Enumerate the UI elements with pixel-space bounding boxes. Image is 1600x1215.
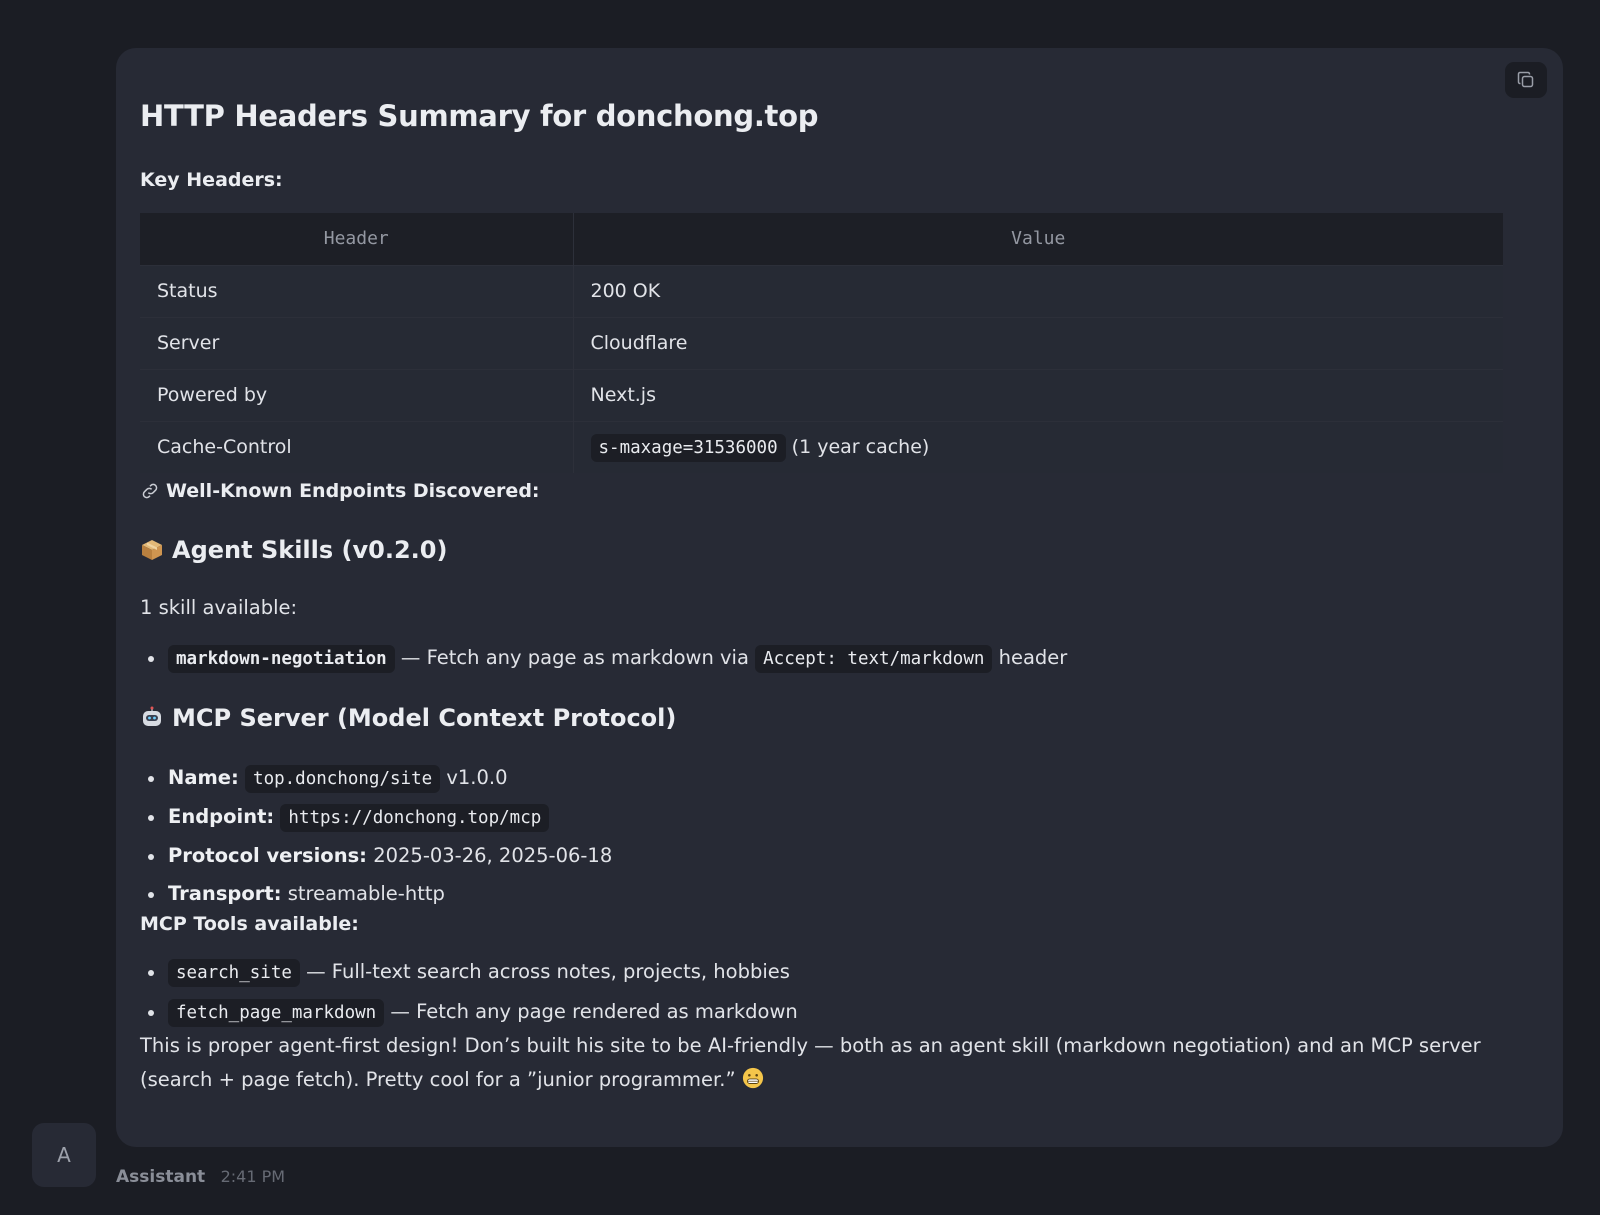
message-title: HTTP Headers Summary for donchong.top bbox=[140, 99, 819, 133]
list-item: Name: top.donchong/site v1.0.0 bbox=[140, 762, 1539, 795]
inline-code: s-maxage=31536000 bbox=[590, 434, 786, 463]
key-headers-label: Key Headers: bbox=[140, 169, 283, 191]
value-suffix: (1 year cache) bbox=[791, 436, 930, 459]
list-item: Protocol versions: 2025-03-26, 2025-06-1… bbox=[140, 840, 1539, 872]
header-cell: Cache-Control bbox=[140, 420, 574, 473]
column-header: Header bbox=[140, 213, 574, 265]
mcp-server-heading: MCP Server (Model Context Protocol) bbox=[140, 700, 1539, 736]
closing-paragraph: This is proper agent-first design! Don’s… bbox=[140, 1029, 1539, 1097]
message-meta: Assistant 2:41 PM bbox=[116, 1166, 285, 1188]
skill-description: — Fetch any page as markdown via bbox=[400, 646, 749, 669]
value-cell: Cloudflare bbox=[573, 316, 1503, 369]
endpoints-heading: Well-Known Endpoints Discovered: bbox=[140, 477, 1539, 505]
inline-code: fetch_page_markdown bbox=[168, 999, 385, 1027]
table-row: Status 200 OK bbox=[140, 264, 1503, 317]
avatar: A bbox=[32, 1123, 96, 1187]
endpoints-heading-text: Well-Known Endpoints Discovered: bbox=[166, 480, 540, 502]
value-cell: s-maxage=31536000 (1 year cache) bbox=[573, 420, 1503, 473]
skills-summary: 1 skill available: bbox=[140, 596, 298, 619]
transport-value: streamable-http bbox=[287, 882, 445, 905]
mcp-tools-list: search_site — Full-text search across no… bbox=[140, 956, 1539, 1029]
name-label: Name: bbox=[168, 766, 239, 789]
mcp-tools-heading: MCP Tools available: bbox=[140, 913, 359, 935]
closing-text: This is proper agent-first design! Don’s… bbox=[140, 1034, 1481, 1091]
value-cell: Next.js bbox=[573, 368, 1503, 421]
inline-code: Accept: text/markdown bbox=[755, 645, 993, 673]
headers-table: Header Value Status 200 OK Server Cloudf… bbox=[140, 213, 1503, 473]
endpoint-label: Endpoint: bbox=[168, 805, 275, 828]
list-item: Transport: streamable-http bbox=[140, 878, 1539, 910]
header-cell: Status bbox=[140, 264, 574, 317]
agent-skills-heading: Agent Skills (v0.2.0) bbox=[140, 532, 1539, 568]
tool-description: — Fetch any page rendered as markdown bbox=[390, 1000, 798, 1023]
table-row: Server Cloudflare bbox=[140, 316, 1503, 369]
list-item: Endpoint: https://donchong.top/mcp bbox=[140, 801, 1539, 834]
mcp-details-list: Name: top.donchong/site v1.0.0 Endpoint:… bbox=[140, 762, 1539, 910]
table-row: Cache-Control s-maxage=31536000 (1 year … bbox=[140, 420, 1503, 473]
sender-name: Assistant bbox=[116, 1167, 206, 1187]
robot-emoji bbox=[143, 706, 161, 726]
protocol-value: 2025-03-26, 2025-06-18 bbox=[373, 844, 613, 867]
table-row: Powered by Next.js bbox=[140, 368, 1503, 421]
tool-description: — Full-text search across notes, project… bbox=[306, 960, 790, 983]
grimacing-emoji bbox=[742, 1067, 763, 1089]
header-cell: Powered by bbox=[140, 368, 574, 421]
inline-code: https://donchong.top/mcp bbox=[280, 804, 550, 832]
inline-code: markdown-negotiation bbox=[168, 645, 395, 673]
message-timestamp: 2:41 PM bbox=[220, 1167, 286, 1186]
name-version: v1.0.0 bbox=[446, 766, 508, 789]
list-item: fetch_page_markdown — Fetch any page ren… bbox=[140, 996, 1539, 1029]
copy-icon bbox=[1517, 71, 1534, 88]
agent-skills-heading-text: Agent Skills (v0.2.0) bbox=[172, 536, 448, 564]
header-cell: Server bbox=[140, 316, 574, 369]
list-item: search_site — Full-text search across no… bbox=[140, 956, 1539, 989]
column-header: Value bbox=[573, 213, 1503, 265]
protocol-label: Protocol versions: bbox=[168, 844, 367, 867]
transport-label: Transport: bbox=[168, 882, 282, 905]
inline-code: top.donchong/site bbox=[245, 765, 441, 793]
skill-description-end: header bbox=[998, 646, 1068, 669]
list-item: markdown-negotiation — Fetch any page as… bbox=[140, 642, 1539, 675]
link-icon bbox=[142, 483, 158, 499]
skills-list: markdown-negotiation — Fetch any page as… bbox=[140, 642, 1539, 675]
package-emoji bbox=[142, 540, 162, 560]
copy-button[interactable] bbox=[1505, 62, 1547, 98]
inline-code: search_site bbox=[168, 959, 300, 987]
value-cell: 200 OK bbox=[573, 264, 1503, 317]
assistant-message-bubble: HTTP Headers Summary for donchong.top Ke… bbox=[116, 48, 1563, 1147]
mcp-server-heading-text: MCP Server (Model Context Protocol) bbox=[172, 704, 677, 732]
